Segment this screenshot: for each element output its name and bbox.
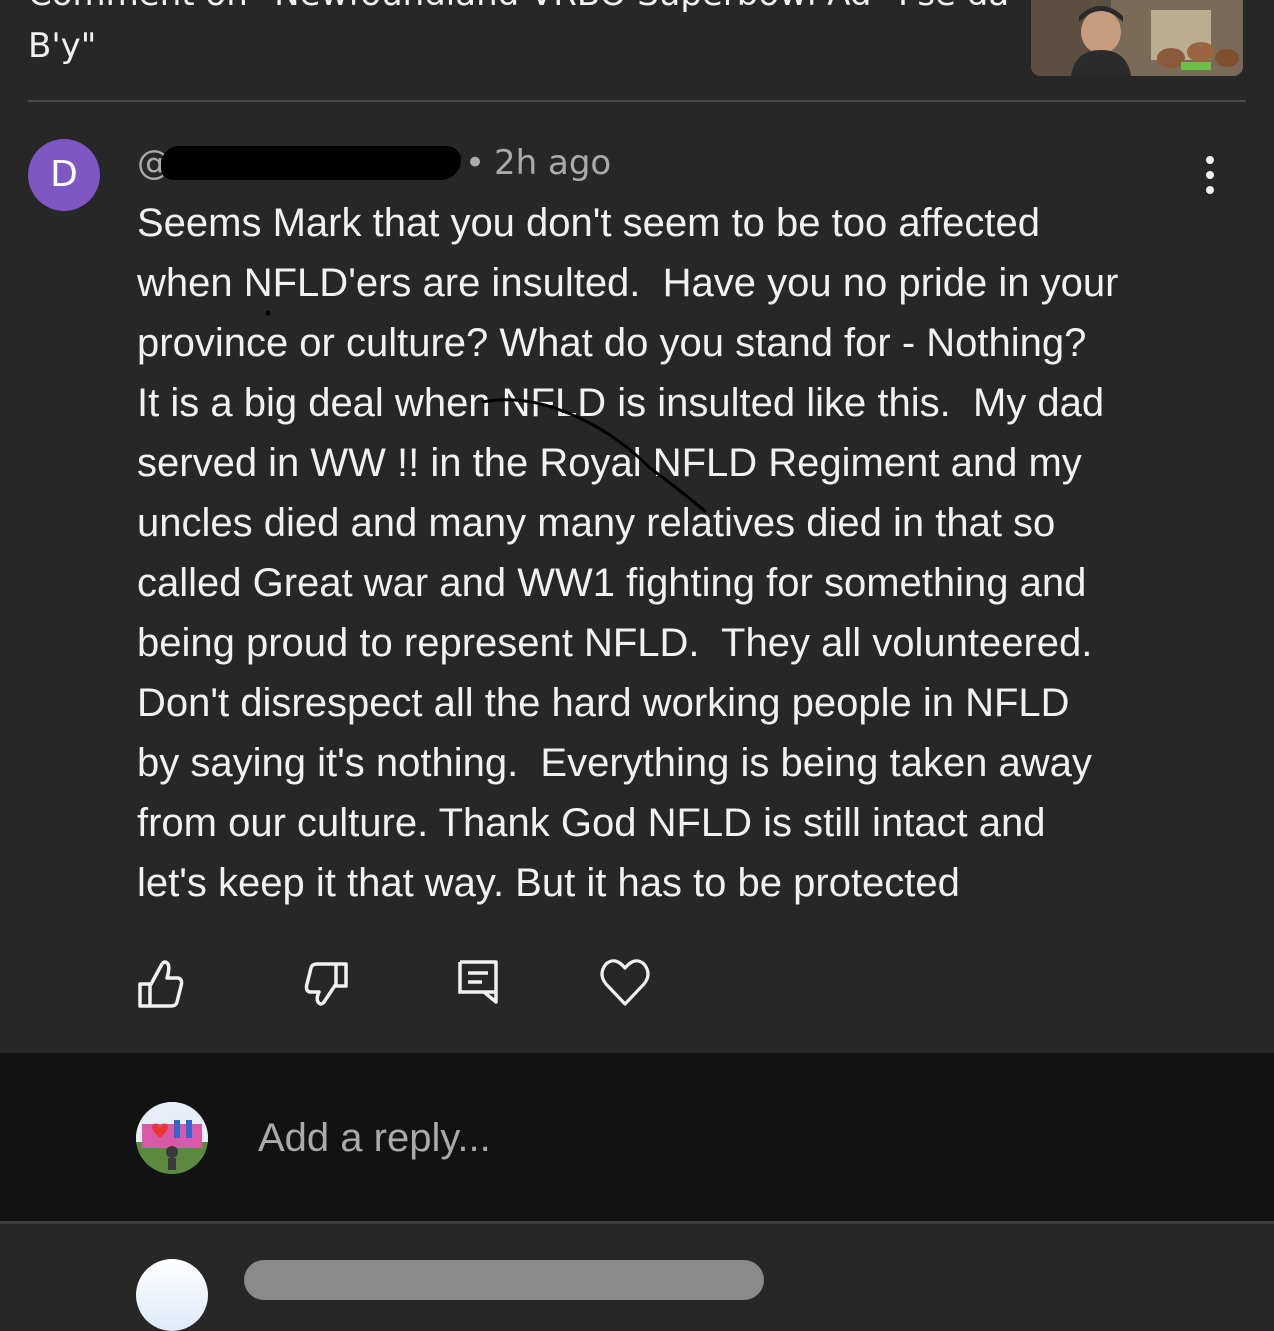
bottom-divider bbox=[0, 1221, 1274, 1224]
comment-timestamp: 2h ago bbox=[494, 143, 612, 183]
top-divider bbox=[28, 100, 1246, 102]
commenter-avatar[interactable]: D bbox=[28, 139, 100, 211]
comment-header: Comment on "Newfoundland VRBO Superbowl … bbox=[0, 0, 1274, 100]
video-thumbnail[interactable] bbox=[1031, 0, 1243, 76]
redacted-username bbox=[161, 146, 461, 180]
comment-text: Seems Mark that you don't seem to be too… bbox=[137, 201, 1119, 905]
comment-meta: @ • 2h ago bbox=[137, 140, 737, 186]
thumb-up-icon[interactable] bbox=[134, 950, 194, 1014]
reply-panel bbox=[0, 1053, 1274, 1223]
comment-icon[interactable] bbox=[450, 950, 510, 1014]
reply-input[interactable] bbox=[258, 1113, 1158, 1163]
more-options-icon[interactable] bbox=[1190, 152, 1230, 198]
heart-icon[interactable] bbox=[596, 950, 656, 1014]
comment-actions bbox=[0, 950, 1274, 1020]
video-title[interactable]: Comment on "Newfoundland VRBO Superbowl … bbox=[28, 0, 1018, 72]
thumbnail-image bbox=[1031, 0, 1243, 76]
meta-separator: • bbox=[465, 143, 486, 183]
next-comment-avatar[interactable] bbox=[136, 1259, 208, 1331]
current-user-avatar[interactable] bbox=[136, 1102, 208, 1174]
next-comment-pill[interactable] bbox=[244, 1260, 764, 1300]
thumb-down-icon[interactable] bbox=[300, 950, 360, 1014]
